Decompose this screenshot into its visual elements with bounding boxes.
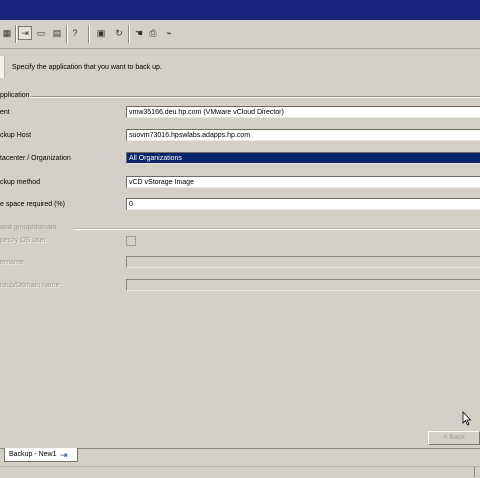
free-space-label: e space required (%) — [0, 201, 65, 208]
title-bar — [0, 0, 480, 20]
client-label: ent — [0, 109, 10, 116]
refresh-icon[interactable]: ↻ — [112, 26, 126, 40]
toolbar-separator — [128, 25, 129, 43]
print-icon[interactable]: ⎙ — [146, 26, 160, 40]
pin-icon[interactable]: ⇥ — [18, 26, 32, 40]
specify-os-user-checkbox[interactable] — [126, 236, 136, 246]
toolbar-separator — [66, 25, 67, 43]
report-icon[interactable]: ▣ — [94, 26, 108, 40]
free-space-input[interactable]: 0 — [126, 198, 480, 210]
datacenter-label: tacenter / Organization — [0, 155, 71, 162]
specify-os-user-label: pecify OS user — [0, 237, 46, 244]
toolbar: ▦ ⇥ ▭ ▤ ? ▣ ↻ ☚ ⎙ ⌁ — [0, 20, 480, 49]
hand-icon[interactable]: ☚ — [132, 26, 146, 40]
backup-host-label: ckup Host — [0, 132, 32, 139]
mouse-cursor-icon — [462, 410, 472, 429]
group-domain-label: roup/Domain name — [0, 282, 60, 289]
disconnect-icon[interactable]: ⌁ — [162, 26, 176, 40]
pin-icon[interactable]: ⇥ — [60, 450, 68, 461]
backup-host-field[interactable]: suovm73016.hpswlabs.adapps.hp.com — [126, 129, 480, 141]
backup-method-label: ckup method — [0, 179, 41, 186]
calendar-icon[interactable]: ▤ — [50, 26, 64, 40]
username-field[interactable] — [126, 256, 480, 268]
wizard-icon — [0, 56, 5, 78]
application-group-title: pplication — [0, 92, 30, 99]
toolbar-separator — [88, 25, 89, 43]
window-icon[interactable]: ▭ — [34, 26, 48, 40]
username-label: ername — [0, 259, 24, 266]
instruction-text: Specify the application that you want to… — [12, 64, 162, 71]
datacenter-select[interactable]: All Organizations — [126, 152, 480, 164]
help-icon[interactable]: ? — [68, 26, 82, 40]
user-group-title: and group/domain — [0, 224, 57, 231]
backup-method-field[interactable]: vCD vStorage Image — [126, 176, 480, 188]
client-field[interactable]: vmw35166.deu.hp.com (VMware vCloud Direc… — [126, 106, 480, 118]
group-divider — [74, 228, 480, 229]
back-button[interactable]: < Back — [428, 431, 480, 445]
group-domain-field[interactable] — [126, 279, 480, 291]
group-divider — [30, 96, 480, 97]
toolbar-separator — [15, 25, 16, 43]
status-separator — [474, 466, 475, 477]
status-bar — [0, 466, 480, 478]
grid-icon[interactable]: ▦ — [0, 26, 14, 40]
